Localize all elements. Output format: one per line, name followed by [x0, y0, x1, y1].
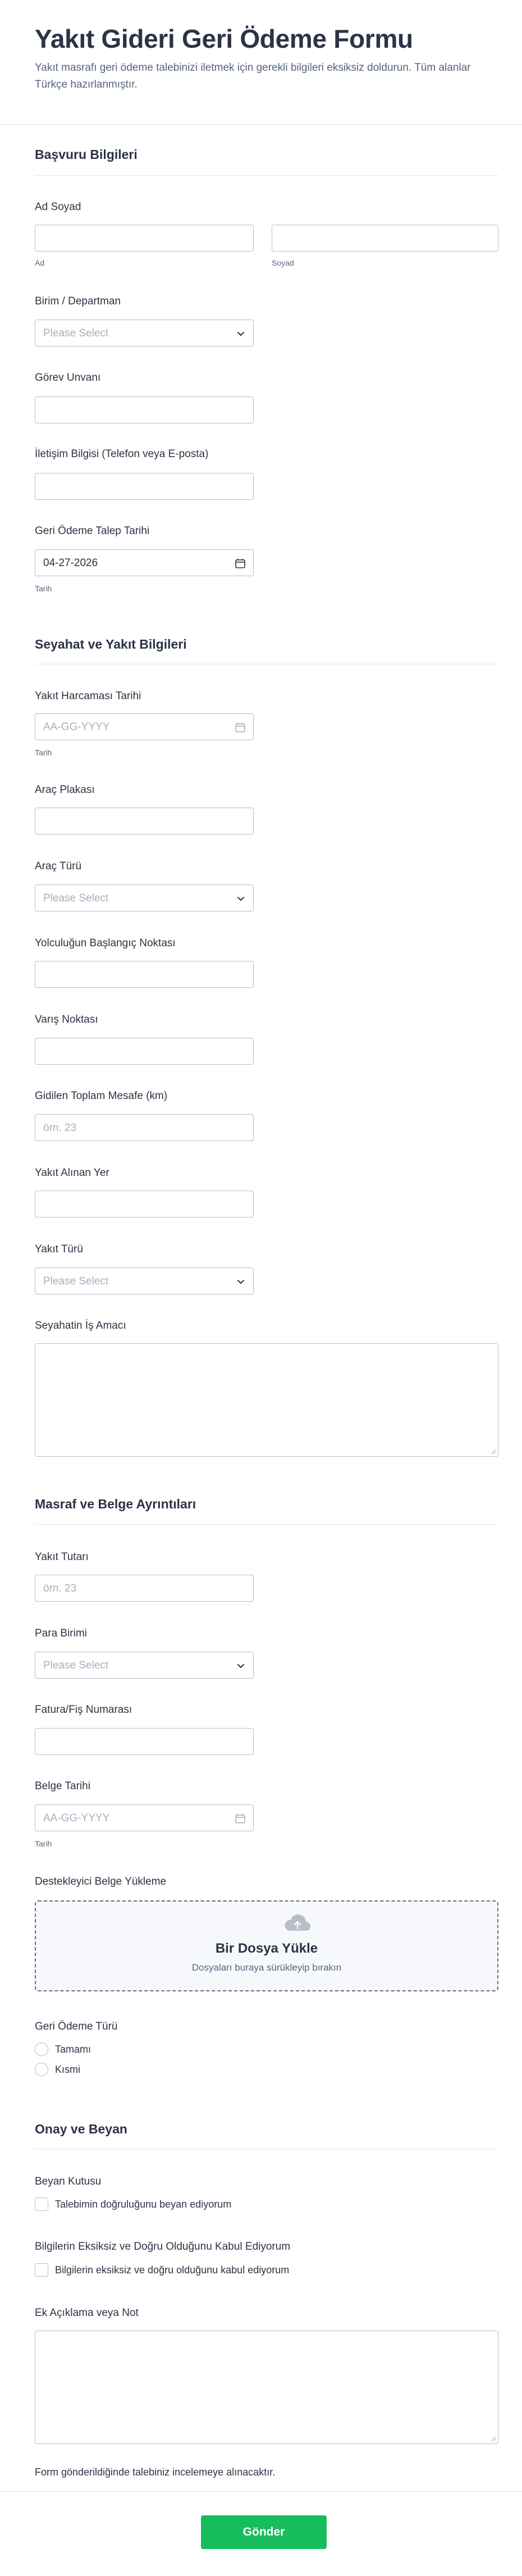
fuel-date-input[interactable]: AA-GG-YYYY — [35, 713, 254, 740]
chevron-down-icon — [237, 1280, 244, 1284]
fuel-date-placeholder: AA-GG-YYYY — [43, 721, 110, 733]
upload-title: Bir Dosya Yükle — [215, 1941, 318, 1956]
calendar-icon[interactable] — [234, 557, 246, 569]
doc-date-label: Belge Tarihi — [35, 1780, 90, 1792]
start-point-label: Yolculuğun Başlangıç Noktası — [35, 937, 176, 949]
chevron-down-icon — [237, 1664, 244, 1668]
refund-type-label: Geri Ödeme Türü — [35, 2021, 118, 2032]
start-point-input[interactable] — [35, 961, 254, 988]
last-name-input[interactable] — [272, 225, 498, 252]
job-title-input[interactable] — [35, 396, 254, 423]
department-select-placeholder: Please Select — [43, 327, 109, 339]
calendar-icon[interactable] — [234, 721, 246, 733]
declaration-checkbox[interactable] — [35, 2197, 48, 2211]
currency-placeholder: Please Select — [43, 1659, 109, 1671]
fuel-type-placeholder: Please Select — [43, 1275, 109, 1287]
department-select[interactable]: Please Select — [35, 320, 254, 346]
vehicle-type-placeholder: Please Select — [43, 892, 109, 904]
calendar-icon[interactable] — [234, 1812, 246, 1825]
chevron-down-icon — [237, 332, 244, 336]
declaration-option-label[interactable]: Talebimin doğruluğunu beyan ediyorum — [55, 2199, 231, 2210]
file-upload-dropzone[interactable]: Bir Dosya Yükle Dosyaları buraya sürükle… — [35, 1900, 498, 1991]
chevron-down-icon — [237, 897, 244, 901]
amount-label: Yakıt Tutarı — [35, 1551, 89, 1563]
destination-input[interactable] — [35, 1038, 254, 1065]
fuel-date-sublabel: Tarih — [35, 748, 52, 757]
form-title: Yakıt Gideri Geri Ödeme Formu — [35, 24, 413, 53]
accuracy-label: Bilgilerin Eksiksiz ve Doğru Olduğunu Ka… — [35, 2241, 291, 2253]
section-divider — [35, 175, 498, 176]
job-title-label: Görev Unvanı — [35, 372, 101, 384]
purpose-textarea[interactable] — [35, 1343, 498, 1457]
fuel-place-input[interactable] — [35, 1191, 254, 1218]
vehicle-type-select[interactable]: Please Select — [35, 884, 254, 911]
amount-placeholder: örn. 23 — [43, 1583, 77, 1594]
footer-note: Form gönderildiğinde talebiniz incelemey… — [35, 2466, 276, 2478]
resize-grip-icon[interactable] — [489, 1448, 496, 1455]
request-date-value: 04-27-2026 — [43, 557, 98, 569]
upload-hint: Dosyaları buraya sürükleyip bırakın — [191, 1962, 342, 1973]
request-date-label: Geri Ödeme Talep Tarihi — [35, 525, 150, 537]
purpose-label: Seyahatin İş Amacı — [35, 1320, 126, 1332]
cloud-upload-icon — [285, 1914, 311, 1931]
form-subtitle: Yakıt masrafı geri ödeme talebinizi ilet… — [35, 62, 471, 90]
refund-type-radio-partial[interactable] — [35, 2063, 48, 2076]
resize-grip-icon[interactable] — [489, 2435, 496, 2442]
request-date-sublabel: Tarih — [35, 584, 52, 593]
section-title-expense: Masraf ve Belge Ayrıntıları — [35, 1497, 196, 1511]
refund-type-radio-full[interactable] — [35, 2042, 48, 2056]
invoice-number-input[interactable] — [35, 1728, 254, 1755]
destination-label: Varış Noktası — [35, 1014, 98, 1025]
contact-label: İletişim Bilgisi (Telefon veya E-posta) — [35, 448, 209, 460]
full-name-label: Ad Soyad — [35, 201, 81, 213]
section-title-travel: Seyahat ve Yakıt Bilgileri — [35, 637, 187, 651]
accuracy-option-label[interactable]: Bilgilerin eksiksiz ve doğru olduğunu ka… — [55, 2264, 289, 2276]
first-name-input[interactable] — [35, 225, 254, 252]
form-footer: Gönder — [0, 2491, 522, 2576]
distance-placeholder: örn. 23 — [43, 1122, 77, 1134]
amount-input[interactable]: örn. 23 — [35, 1575, 254, 1602]
notes-label: Ek Açıklama veya Not — [35, 2307, 139, 2319]
section-title-consent: Onay ve Beyan — [35, 2122, 127, 2136]
section-title-applicant: Başvuru Bilgileri — [35, 147, 138, 162]
distance-input[interactable]: örn. 23 — [35, 1114, 254, 1141]
section-divider — [35, 1524, 498, 1525]
refund-type-option-full[interactable]: Tamamı — [55, 2044, 91, 2055]
fuel-place-label: Yakıt Alınan Yer — [35, 1167, 109, 1179]
distance-label: Gidilen Toplam Mesafe (km) — [35, 1090, 168, 1102]
contact-input[interactable] — [35, 473, 254, 500]
upload-label: Destekleyici Belge Yükleme — [35, 1876, 167, 1887]
fuel-date-label: Yakıt Harcaması Tarihi — [35, 690, 141, 702]
request-date-input[interactable]: 04-27-2026 — [35, 549, 254, 576]
currency-label: Para Birimi — [35, 1627, 87, 1639]
plate-input[interactable] — [35, 808, 254, 835]
notes-textarea[interactable] — [35, 2331, 498, 2444]
invoice-number-label: Fatura/Fiş Numarası — [35, 1704, 132, 1716]
submit-button[interactable]: Gönder — [201, 2515, 327, 2549]
vehicle-type-label: Araç Türü — [35, 860, 82, 872]
fuel-type-label: Yakıt Türü — [35, 1243, 83, 1255]
fuel-type-select[interactable]: Please Select — [35, 1268, 254, 1294]
department-label: Birim / Departman — [35, 295, 121, 307]
accuracy-checkbox[interactable] — [35, 2263, 48, 2277]
refund-type-option-partial[interactable]: Kısmi — [55, 2064, 80, 2076]
doc-date-input[interactable]: AA-GG-YYYY — [35, 1804, 254, 1831]
doc-date-sublabel: Tarih — [35, 1839, 52, 1848]
currency-select[interactable]: Please Select — [35, 1652, 254, 1679]
doc-date-placeholder: AA-GG-YYYY — [43, 1812, 110, 1824]
declaration-label: Beyan Kutusu — [35, 2176, 102, 2187]
first-name-sublabel: Ad — [35, 258, 45, 267]
form-header: Yakıt Gideri Geri Ödeme Formu Yakıt masr… — [0, 0, 522, 125]
last-name-sublabel: Soyad — [272, 258, 294, 267]
plate-label: Araç Plakası — [35, 784, 95, 796]
form-page: Yakıt Gideri Geri Ödeme Formu Yakıt masr… — [0, 0, 522, 2576]
